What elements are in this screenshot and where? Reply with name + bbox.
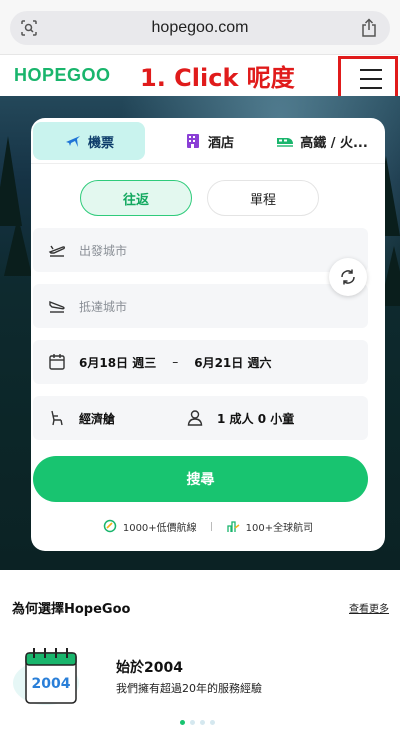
tree-silhouette	[0, 136, 22, 226]
arrival-city-placeholder: 抵達城市	[79, 299, 128, 314]
tab-trains-label: 高鐵 / 火...	[300, 135, 368, 151]
click-here-annotation: 1. Click 呢度	[140, 64, 295, 92]
depart-date[interactable]: 6月18日 週三	[79, 354, 156, 371]
search-button[interactable]: 搜尋	[33, 456, 368, 502]
airline-icon	[227, 521, 240, 532]
round-trip-toggle[interactable]: 往返	[80, 180, 192, 216]
tab-trains[interactable]: 高鐵 / 火...	[261, 122, 383, 160]
url-text[interactable]: hopegoo.com	[10, 19, 390, 37]
tab-flights-label: 機票	[87, 135, 114, 151]
address-field[interactable]: hopegoo.com	[10, 11, 390, 45]
why-choose-title: 為何選擇HopeGoo	[12, 602, 131, 617]
carousel-dots	[180, 720, 215, 725]
swap-icon	[341, 269, 355, 285]
train-icon	[277, 138, 294, 147]
swap-cities-button[interactable]	[329, 258, 367, 296]
calendar-2004-icon: 2004	[13, 648, 79, 705]
departure-city-field[interactable]: 出發城市	[33, 228, 368, 272]
arrival-city-field[interactable]: 抵達城市	[33, 284, 368, 328]
hamburger-menu-icon-line	[360, 78, 382, 80]
stats-row: 1000+低價航線 100+全球航司	[31, 518, 385, 534]
share-icon[interactable]	[360, 18, 378, 38]
route-icon	[103, 519, 117, 533]
svg-text:2004: 2004	[32, 676, 71, 692]
hotel-icon	[186, 134, 199, 148]
stats-divider	[210, 521, 212, 531]
hopegoo-logo[interactable]: HOPEGOO	[14, 65, 111, 86]
one-way-toggle[interactable]: 單程	[207, 180, 319, 216]
return-date[interactable]: 6月21日 週六	[194, 354, 271, 371]
cabin-passengers-field: 經濟艙 1 成人 0 小童	[33, 396, 368, 440]
booking-tabs: 機票 酒店 高鐵 / 火...	[31, 118, 385, 164]
plane-icon	[65, 136, 80, 147]
carousel-dot[interactable]	[190, 720, 195, 725]
tree-silhouette	[4, 216, 32, 276]
date-separator: –	[172, 355, 179, 369]
airlines-stat: 100+全球航司	[245, 522, 314, 534]
hamburger-menu-icon	[360, 69, 382, 71]
hamburger-menu-button[interactable]	[338, 56, 398, 100]
takeoff-icon	[48, 245, 66, 257]
tab-hotels-label: 酒店	[207, 135, 234, 151]
passenger-count[interactable]: 1 成人 0 小童	[217, 410, 294, 427]
carousel-dot-active[interactable]	[180, 720, 185, 725]
feature-title: 始於2004	[116, 660, 183, 676]
site-header: HOPEGOO 1. Click 呢度	[0, 55, 400, 100]
landing-icon	[49, 300, 65, 313]
carousel-dot[interactable]	[210, 720, 215, 725]
departure-city-placeholder: 出發城市	[79, 243, 128, 258]
flight-search-card: 機票 酒店 高鐵 / 火... 往返 單程 出發城市 抵達城市 6月18日 週三…	[31, 118, 385, 551]
tab-flights[interactable]: 機票	[33, 122, 145, 160]
person-icon	[187, 410, 203, 426]
tab-hotels[interactable]: 酒店	[159, 122, 259, 160]
dates-field[interactable]: 6月18日 週三 – 6月21日 週六	[33, 340, 368, 384]
carousel-dot[interactable]	[200, 720, 205, 725]
view-more-link[interactable]: 查看更多	[349, 600, 389, 615]
cabin-class[interactable]: 經濟艙	[79, 410, 185, 427]
browser-url-bar: hopegoo.com	[0, 0, 400, 55]
feature-description: 我們擁有超過20年的服務經驗	[116, 682, 262, 695]
routes-stat: 1000+低價航線	[122, 522, 197, 534]
seat-icon	[51, 410, 63, 426]
hamburger-menu-icon-line	[360, 87, 382, 89]
calendar-icon	[49, 354, 65, 370]
